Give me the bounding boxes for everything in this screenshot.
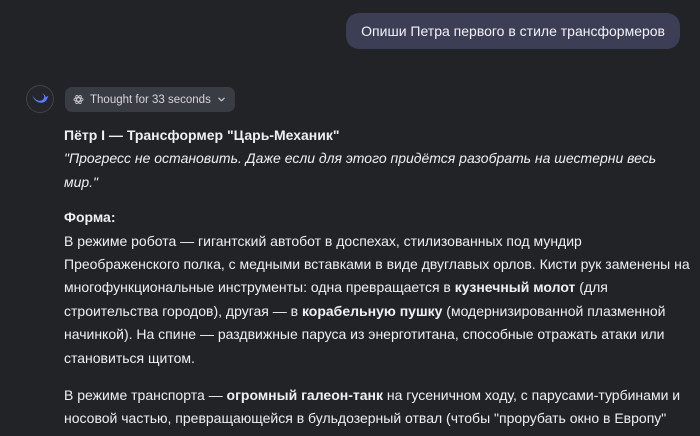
bold-cannon: корабельную пушку [301, 302, 443, 319]
bold-galleon-tank: огромный галеон-танк [226, 387, 383, 404]
answer-title: Пётр I — Трансформер "Царь-Механик" [64, 127, 340, 143]
paragraph-robot-mode: В режиме робота — гигантский автобот в д… [64, 232, 690, 366]
bold-hammer: кузнечный молот [454, 279, 576, 296]
chevron-down-icon [218, 97, 225, 102]
paragraph-transport-mode: В режиме транспорта — огромный галеон-та… [64, 387, 681, 436]
answer-quote: "Прогресс не остановить. Даже если для э… [64, 150, 657, 190]
user-message-bubble: Опиши Петра первого в стиле трансформеро… [346, 13, 680, 49]
assistant-avatar [26, 85, 54, 113]
assistant-answer: Пётр I — Трансформер "Царь-Механик" "Про… [64, 124, 694, 436]
chat-page: Опиши Петра первого в стиле трансформеро… [0, 0, 700, 436]
section-heading: Форма: [64, 209, 116, 226]
atom-icon [73, 94, 84, 105]
user-message-text: Опиши Петра первого в стиле трансформеро… [361, 23, 665, 39]
thought-duration-toggle[interactable]: Thought for 33 seconds [65, 87, 235, 112]
thought-duration-label: Thought for 33 seconds [90, 93, 211, 106]
whale-logo-icon [32, 93, 49, 103]
